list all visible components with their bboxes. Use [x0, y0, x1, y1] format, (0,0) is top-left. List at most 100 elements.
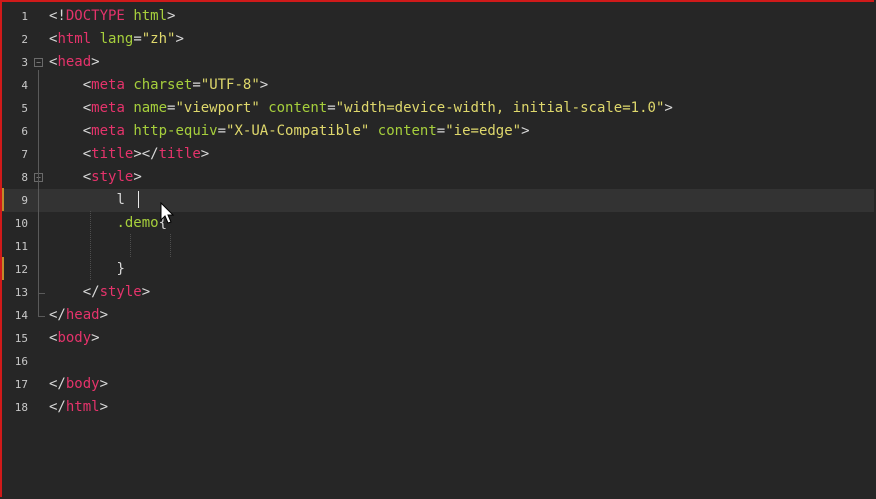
code-token: >	[99, 376, 109, 392]
text-caret	[138, 191, 139, 208]
code-token: >	[259, 77, 269, 93]
line-number: 10	[14, 217, 28, 230]
code-line[interactable]: 18 </html>	[2, 396, 874, 419]
code-token: head	[65, 307, 100, 323]
code-token: html	[133, 8, 168, 24]
code-line[interactable]: 17 </body>	[2, 373, 874, 396]
code-token: >	[175, 31, 184, 47]
code-token: >	[200, 146, 210, 162]
code-line[interactable]: 1 <!DOCTYPE html>	[2, 5, 874, 28]
code-token: =	[327, 100, 336, 116]
code-token: }	[116, 261, 125, 277]
code-token: "viewport"	[175, 100, 260, 116]
fold-end-icon	[38, 281, 45, 294]
code-token: <!	[49, 8, 66, 24]
code-token: </	[49, 399, 66, 415]
code-token: content	[377, 123, 437, 139]
code-token: DOCTYPE	[65, 8, 125, 24]
code-text: </html>	[49, 396, 108, 419]
code-token: =	[436, 123, 446, 139]
code-token: .demo	[116, 215, 159, 231]
code-line[interactable]: 8− <style>	[2, 166, 874, 189]
code-text: <body>	[49, 327, 100, 350]
line-number: 18	[14, 401, 28, 414]
code-token: ></	[133, 146, 159, 162]
code-token: "width=device-width, initial-scale=1.0"	[335, 100, 665, 116]
code-line[interactable]: 13 </style>	[2, 281, 874, 304]
code-token: >	[167, 8, 176, 24]
line-number: 12	[14, 263, 28, 276]
code-line[interactable]: 5 <meta name="viewport" content="width=d…	[2, 97, 874, 120]
code-line[interactable]: 11	[2, 235, 874, 258]
code-token: charset	[133, 77, 193, 93]
line-number: 9	[21, 194, 28, 207]
code-token: "UTF-8"	[200, 77, 260, 93]
code-token: >	[133, 169, 142, 185]
code-text: <meta charset="UTF-8">	[49, 74, 269, 97]
code-token: title	[158, 146, 201, 162]
line-number: 6	[21, 125, 28, 138]
line-number: 2	[21, 33, 28, 46]
line-number: 13	[14, 286, 28, 299]
code-text: </head>	[49, 304, 108, 327]
code-token: name	[133, 100, 168, 116]
line-number: 4	[21, 79, 28, 92]
code-token: meta	[91, 77, 125, 93]
code-line[interactable]: 10 .demo{	[2, 212, 874, 235]
code-token: >	[99, 307, 109, 323]
line-number: 3	[21, 56, 28, 69]
code-line[interactable]: 3− <head>	[2, 51, 874, 74]
code-text: }	[49, 258, 125, 281]
code-line[interactable]: 6 <meta http-equiv="X-UA-Compatible" con…	[2, 120, 874, 143]
line-number: 16	[14, 355, 28, 368]
code-token: >	[521, 123, 530, 139]
line-number: 15	[14, 332, 28, 345]
code-token: >	[99, 399, 109, 415]
code-line[interactable]: 14 </head>	[2, 304, 874, 327]
code-text: .demo{	[49, 212, 167, 235]
code-text: <html lang="zh">	[49, 28, 184, 51]
code-line[interactable]: 7 <title></title>	[2, 143, 874, 166]
code-line[interactable]: 16	[2, 350, 874, 373]
fold-toggle-icon[interactable]: −	[34, 58, 43, 67]
code-token: =	[192, 77, 201, 93]
code-line[interactable]: 4 <meta charset="UTF-8">	[2, 74, 874, 97]
code-text: <title></title>	[49, 143, 209, 166]
code-text: </body>	[49, 373, 108, 396]
code-line[interactable]: 12 }	[2, 258, 874, 281]
code-text: l	[49, 189, 125, 212]
code-token: =	[133, 31, 142, 47]
code-token: "zh"	[141, 31, 176, 47]
code-token: head	[57, 54, 92, 70]
code-line[interactable]: 9 l	[2, 189, 874, 212]
code-line[interactable]: 2 <html lang="zh">	[2, 28, 874, 51]
code-token: http-equiv	[133, 123, 218, 139]
code-token: lang	[99, 31, 134, 47]
code-token: </	[49, 376, 66, 392]
code-token: <	[82, 146, 92, 162]
code-line[interactable]: 15 <body>	[2, 327, 874, 350]
code-token: html	[57, 31, 92, 47]
code-token: style	[99, 284, 142, 300]
code-token: l	[116, 192, 125, 208]
indent-guide	[130, 234, 131, 257]
line-number: 8	[21, 171, 28, 184]
code-token: "ie=edge"	[445, 123, 522, 139]
code-token: meta	[91, 100, 125, 116]
code-token: >	[664, 100, 673, 116]
code-token: "X-UA-Compatible"	[226, 123, 370, 139]
code-token: body	[57, 330, 92, 346]
line-number: 1	[21, 10, 28, 23]
code-editor[interactable]: 1 <!DOCTYPE html> 2 <html lang="zh"> 3− <head…	[0, 0, 874, 497]
indent-guide	[90, 211, 91, 280]
mouse-pointer-icon	[160, 202, 175, 224]
code-token: </	[82, 284, 100, 300]
